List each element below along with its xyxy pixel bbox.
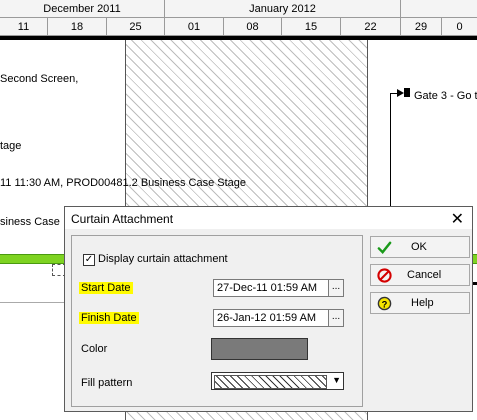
color-swatch[interactable]	[211, 338, 308, 360]
task-label: Gate 3 - Go to	[414, 90, 477, 102]
task-label: 11 11:30 AM, PROD00481.2 Business Case S…	[0, 177, 247, 189]
cancel-button[interactable]: Cancel	[370, 264, 470, 286]
finish-date-picker-button[interactable]: ...	[328, 309, 344, 327]
dialog-title-bar[interactable]: Curtain Attachment ✕	[65, 207, 472, 229]
day-label: 11	[17, 20, 30, 33]
checkmark-icon	[377, 241, 392, 255]
day-label: 08	[246, 20, 259, 33]
day-cell: 15	[282, 18, 341, 35]
display-curtain-checkbox[interactable]: ✓	[83, 254, 95, 266]
fill-pattern-label: Fill pattern	[81, 377, 133, 389]
fill-pattern-dropdown[interactable]: ▼	[211, 372, 344, 390]
day-cell: 01	[165, 18, 224, 35]
month-next	[401, 0, 477, 17]
cancel-button-label: Cancel	[407, 269, 442, 281]
task-label: tage	[0, 140, 22, 152]
svg-text:?: ?	[382, 299, 388, 309]
start-date-value: 27-Dec-11 01:59 AM	[217, 282, 318, 294]
finish-date-label: Finish Date	[79, 312, 139, 324]
finish-date-field[interactable]: 26-Jan-12 01:59 AM	[213, 309, 344, 327]
checkmark-icon: ✓	[84, 254, 94, 265]
day-label: 15	[304, 20, 318, 33]
month-label: January 2012	[249, 2, 316, 15]
month-january-2012: January 2012	[165, 0, 401, 17]
day-label: 22	[364, 20, 377, 33]
day-cell: 18	[48, 18, 107, 35]
day-cell: 29	[401, 18, 442, 35]
day-cell: 25	[107, 18, 165, 35]
help-icon: ?	[377, 296, 392, 311]
curtain-attachment-dialog: Curtain Attachment ✕ ✓ Display curtain a…	[64, 206, 473, 412]
task-label: Second Screen,	[0, 73, 79, 85]
day-label: 01	[187, 20, 201, 33]
day-cell: 08	[224, 18, 282, 35]
day-cell: 22	[341, 18, 401, 35]
summary-bar[interactable]	[0, 36, 477, 40]
chevron-down-icon: ▼	[332, 375, 341, 385]
display-curtain-label: Display curtain attachment	[98, 253, 228, 265]
finish-date-value: 26-Jan-12 01:59 AM	[217, 312, 317, 324]
day-cell: 0	[442, 18, 477, 35]
ok-button-label: OK	[411, 241, 427, 253]
task-label: siness Case	[0, 216, 60, 228]
start-date-field[interactable]: 27-Dec-11 01:59 AM	[213, 279, 344, 297]
start-date-picker-button[interactable]: ...	[328, 279, 344, 297]
dialog-title: Curtain Attachment	[71, 212, 174, 226]
dependency-line	[390, 93, 391, 206]
start-date-label: Start Date	[79, 282, 133, 294]
milestone-icon[interactable]	[404, 88, 410, 97]
day-label: 25	[129, 20, 142, 33]
fill-pattern-preview	[214, 375, 327, 389]
close-icon[interactable]: ✕	[451, 209, 464, 229]
month-label: December 2011	[43, 2, 121, 15]
month-december-2011: December 2011	[0, 0, 165, 17]
arrow-right-icon	[397, 89, 404, 97]
ok-button[interactable]: OK	[370, 236, 470, 258]
timescale-days: 11 18 25 01 08 15 22 29 0	[0, 18, 477, 36]
timescale-months: December 2011 January 2012	[0, 0, 477, 18]
day-cell: 11	[0, 18, 48, 35]
cancel-icon	[377, 268, 392, 283]
day-label: 18	[70, 20, 84, 33]
help-button-label: Help	[411, 297, 434, 309]
day-label: 29	[414, 20, 428, 33]
day-label: 0	[456, 20, 463, 33]
help-button[interactable]: ? Help	[370, 292, 470, 314]
color-label: Color	[81, 343, 108, 355]
row-divider	[0, 302, 64, 303]
